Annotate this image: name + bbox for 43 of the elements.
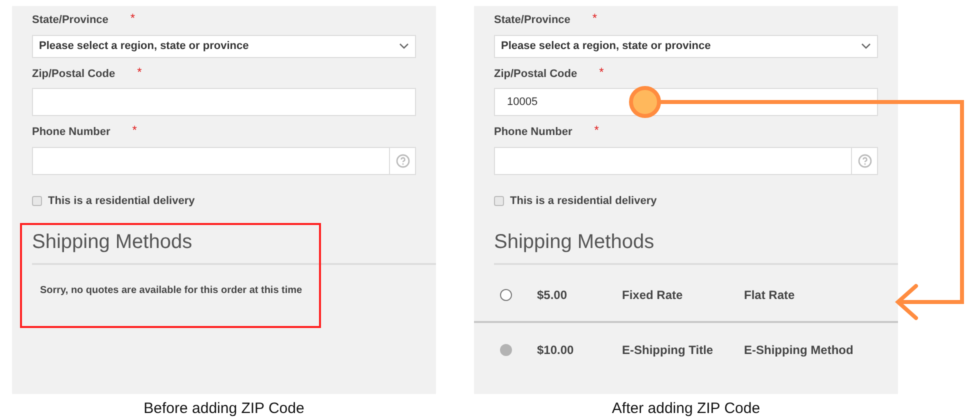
- checkbox[interactable]: [32, 196, 42, 206]
- shipping-method-row[interactable]: $5.00 Fixed Rate Flat Rate: [474, 269, 898, 323]
- required-mark: *: [599, 66, 604, 78]
- field-label: State/Province: [494, 13, 570, 28]
- method-name: E-Shipping Method: [744, 342, 854, 359]
- chevron-down-icon: [861, 43, 871, 49]
- highlight-marker: [629, 86, 661, 118]
- required-mark: *: [132, 124, 137, 136]
- region-select[interactable]: Please select a region, state or province: [32, 34, 416, 58]
- method-price: $5.00: [537, 287, 568, 304]
- method-title: E-Shipping Title: [622, 342, 714, 359]
- method-name: Flat Rate: [744, 287, 795, 304]
- checkbox-label: This is a residential delivery: [48, 194, 195, 208]
- input-field[interactable]: [32, 146, 390, 174]
- required-mark: *: [137, 66, 142, 78]
- required-mark: *: [594, 124, 599, 136]
- required-mark: *: [130, 12, 136, 24]
- method-price: $10.00: [537, 342, 575, 359]
- help-icon: [858, 154, 872, 168]
- field-label: Phone Number: [494, 125, 572, 140]
- radio-button[interactable]: [500, 344, 512, 356]
- field-label: Zip/Postal Code: [32, 66, 116, 82]
- region-select[interactable]: Please select a region, state or province: [494, 34, 878, 58]
- method-title: Fixed Rate: [622, 287, 684, 304]
- checkbox[interactable]: [494, 196, 504, 206]
- section-title: Shipping Methods: [32, 231, 192, 253]
- input-field[interactable]: [494, 146, 852, 174]
- message-text: Sorry, no quotes are available for this order at this time: [40, 284, 304, 298]
- radio-button[interactable]: [500, 289, 512, 301]
- field-label: Phone Number: [32, 125, 110, 140]
- help-button[interactable]: [390, 146, 416, 174]
- shipping-method-row[interactable]: $10.00 E-Shipping Title E-Shipping Method: [474, 323, 898, 377]
- help-icon: [396, 154, 410, 168]
- field-label: Zip/Postal Code: [494, 66, 578, 82]
- caption: After adding ZIP Code: [612, 398, 760, 418]
- chevron-down-icon: [399, 43, 409, 49]
- required-mark: *: [592, 12, 598, 24]
- help-button[interactable]: [852, 146, 878, 174]
- checkbox-label: This is a residential delivery: [510, 194, 657, 208]
- field-label: State/Province: [32, 13, 108, 28]
- caption: Before adding ZIP Code: [144, 398, 304, 418]
- input-field[interactable]: [32, 88, 416, 116]
- section-title: Shipping Methods: [494, 231, 654, 253]
